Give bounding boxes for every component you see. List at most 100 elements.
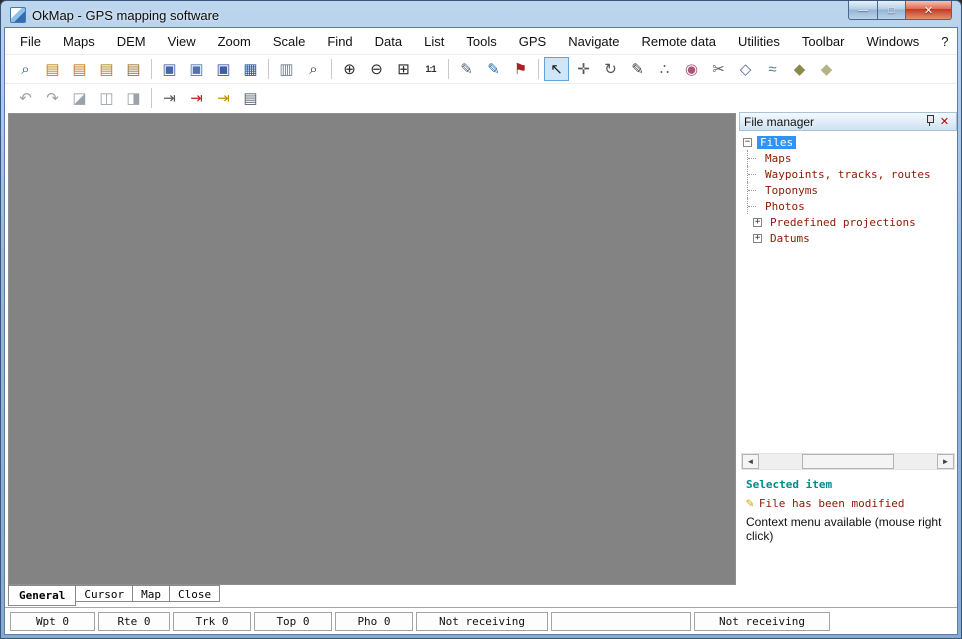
menu-item-toolbar[interactable]: Toolbar <box>791 30 856 53</box>
tree-connector <box>747 150 758 166</box>
maximize-button[interactable]: □ <box>878 1 906 20</box>
freehand-icon[interactable]: ≈ <box>760 57 785 81</box>
tree-item-photos[interactable]: Photos <box>762 200 808 213</box>
menu-item-utilities[interactable]: Utilities <box>727 30 791 53</box>
menu-item-scale[interactable]: Scale <box>262 30 317 53</box>
status-bar: Wpt 0Rte 0Trk 0Top 0Pho 0Not receivingNo… <box>5 608 957 634</box>
tree-row-maps: Maps <box>739 150 957 166</box>
tree-item-maps[interactable]: Maps <box>762 152 795 165</box>
minimize-button[interactable]: — <box>848 1 878 20</box>
close-panel-button[interactable]: ✕ <box>937 115 952 128</box>
rotate-icon[interactable]: ↻ <box>598 57 623 81</box>
scroll-left-button[interactable]: ◄ <box>742 454 759 469</box>
export-files-icon[interactable]: ▤ <box>94 57 119 81</box>
undo-view-icon[interactable]: ↶ <box>13 86 38 110</box>
send-left-icon[interactable]: ⇥ <box>157 86 182 110</box>
import-files-icon[interactable]: ▤ <box>67 57 92 81</box>
flag-icon[interactable]: ⚑ <box>508 57 533 81</box>
menu-item-remote-data[interactable]: Remote data <box>631 30 727 53</box>
zoom-1-1-icon[interactable]: 1:1 <box>418 57 443 81</box>
tree-item-predefined-projections[interactable]: Predefined projections <box>767 216 919 229</box>
menu-item-file[interactable]: File <box>9 30 52 53</box>
tree-item-toponyms[interactable]: Toponyms <box>762 184 821 197</box>
zoom-in-icon[interactable]: ⊕ <box>337 57 362 81</box>
menu-item-gps[interactable]: GPS <box>508 30 557 53</box>
tree-expander-predefined-projections[interactable]: + <box>753 218 762 227</box>
window-title: OkMap - GPS mapping software <box>32 8 219 23</box>
select-arrow-icon[interactable]: ↖ <box>544 57 569 81</box>
edit-note-icon[interactable]: ✎ <box>481 57 506 81</box>
toolbar-separator <box>331 59 332 79</box>
tree-item-datums[interactable]: Datums <box>767 232 813 245</box>
tree-connector <box>747 166 758 182</box>
context-menu-hint: Context menu available (mouse right clic… <box>746 515 955 543</box>
save-copy-icon[interactable]: ▣ <box>211 57 236 81</box>
draw-pencil-icon[interactable]: ✎ <box>625 57 650 81</box>
zoom-window-icon[interactable]: ⊞ <box>391 57 416 81</box>
menu-item-view[interactable]: View <box>157 30 207 53</box>
menu-item-maps[interactable]: Maps <box>52 30 106 53</box>
diamond-icon[interactable]: ◆ <box>787 57 812 81</box>
properties-icon[interactable]: ▤ <box>238 86 263 110</box>
menu-item-find[interactable]: Find <box>316 30 363 53</box>
palette-icon[interactable]: ◉ <box>679 57 704 81</box>
map-canvas[interactable] <box>8 113 736 585</box>
tree-expander-files[interactable]: − <box>743 138 752 147</box>
polygon-icon[interactable]: ◇ <box>733 57 758 81</box>
save-icon[interactable]: ▣ <box>157 57 182 81</box>
tree-item-waypoints-tracks-routes[interactable]: Waypoints, tracks, routes <box>762 168 934 181</box>
zoom-out-icon[interactable]: ⊖ <box>364 57 389 81</box>
send-to-gps-icon[interactable]: ⇥ <box>184 86 209 110</box>
status-waypoints: Wpt 0 <box>10 612 95 631</box>
move-point-icon[interactable]: ✛ <box>571 57 596 81</box>
menu-item-dem[interactable]: DEM <box>106 30 157 53</box>
diamond-outline-icon[interactable]: ◆ <box>814 57 839 81</box>
eraser-icon[interactable]: ◪ <box>67 86 92 110</box>
file-manager-header: File manager ✕ <box>739 112 957 131</box>
tree-item-files[interactable]: Files <box>757 136 796 149</box>
scroll-right-button[interactable]: ► <box>937 454 954 469</box>
tab-cursor[interactable]: Cursor <box>75 585 133 602</box>
save-as-icon[interactable]: ▣ <box>184 57 209 81</box>
clear-layer-icon[interactable]: ◫ <box>94 86 119 110</box>
pin-panel-button[interactable] <box>922 114 937 129</box>
tab-close[interactable]: Close <box>169 585 220 602</box>
redo-view-icon[interactable]: ↷ <box>40 86 65 110</box>
app-window: OkMap - GPS mapping software — □ ✕ FileM… <box>0 0 962 639</box>
close-files-icon[interactable]: ▤ <box>121 57 146 81</box>
title-bar[interactable]: OkMap - GPS mapping software — □ ✕ <box>4 1 958 27</box>
search-icon[interactable]: ⌕ <box>301 57 326 81</box>
menu-item-tools[interactable]: Tools <box>455 30 507 53</box>
app-icon <box>10 7 26 23</box>
tab-map[interactable]: Map <box>132 585 170 602</box>
delete-item-icon[interactable]: ◨ <box>121 86 146 110</box>
organize-icon[interactable]: ▥ <box>274 57 299 81</box>
scroll-thumb[interactable] <box>802 454 895 469</box>
file-tree: −Files Maps Waypoints, tracks, routes Topon… <box>739 131 957 451</box>
scroll-track[interactable] <box>759 454 937 469</box>
file-manager-title: File manager <box>744 115 922 129</box>
open-map-icon[interactable]: ⌕ <box>13 57 38 81</box>
close-button[interactable]: ✕ <box>906 1 952 20</box>
toolbar-separator <box>268 59 269 79</box>
status-photos: Pho 0 <box>335 612 413 631</box>
cut-area-icon[interactable]: ✂ <box>706 57 731 81</box>
tree-row-predefined-projections: + Predefined projections <box>739 214 957 230</box>
calibrate-icon[interactable]: ▦ <box>238 57 263 81</box>
menu-item-list[interactable]: List <box>413 30 455 53</box>
menu-item-?[interactable]: ? <box>930 30 958 53</box>
pin-icon <box>925 114 934 126</box>
menu-item-windows[interactable]: Windows <box>855 30 930 53</box>
receive-from-gps-icon[interactable]: ⇥ <box>211 86 236 110</box>
menu-item-zoom[interactable]: Zoom <box>207 30 262 53</box>
tab-general[interactable]: General <box>8 585 76 606</box>
tree-expander-datums[interactable]: + <box>753 234 762 243</box>
measure-icon[interactable]: ✎ <box>454 57 479 81</box>
open-map-list-icon[interactable]: ▤ <box>40 57 65 81</box>
dots-tool-icon[interactable]: ∴ <box>652 57 677 81</box>
toolbar-separator <box>151 59 152 79</box>
tree-horizontal-scrollbar[interactable]: ◄ ► <box>741 453 955 470</box>
status-routes: Rte 0 <box>98 612 170 631</box>
menu-item-data[interactable]: Data <box>364 30 413 53</box>
menu-item-navigate[interactable]: Navigate <box>557 30 630 53</box>
